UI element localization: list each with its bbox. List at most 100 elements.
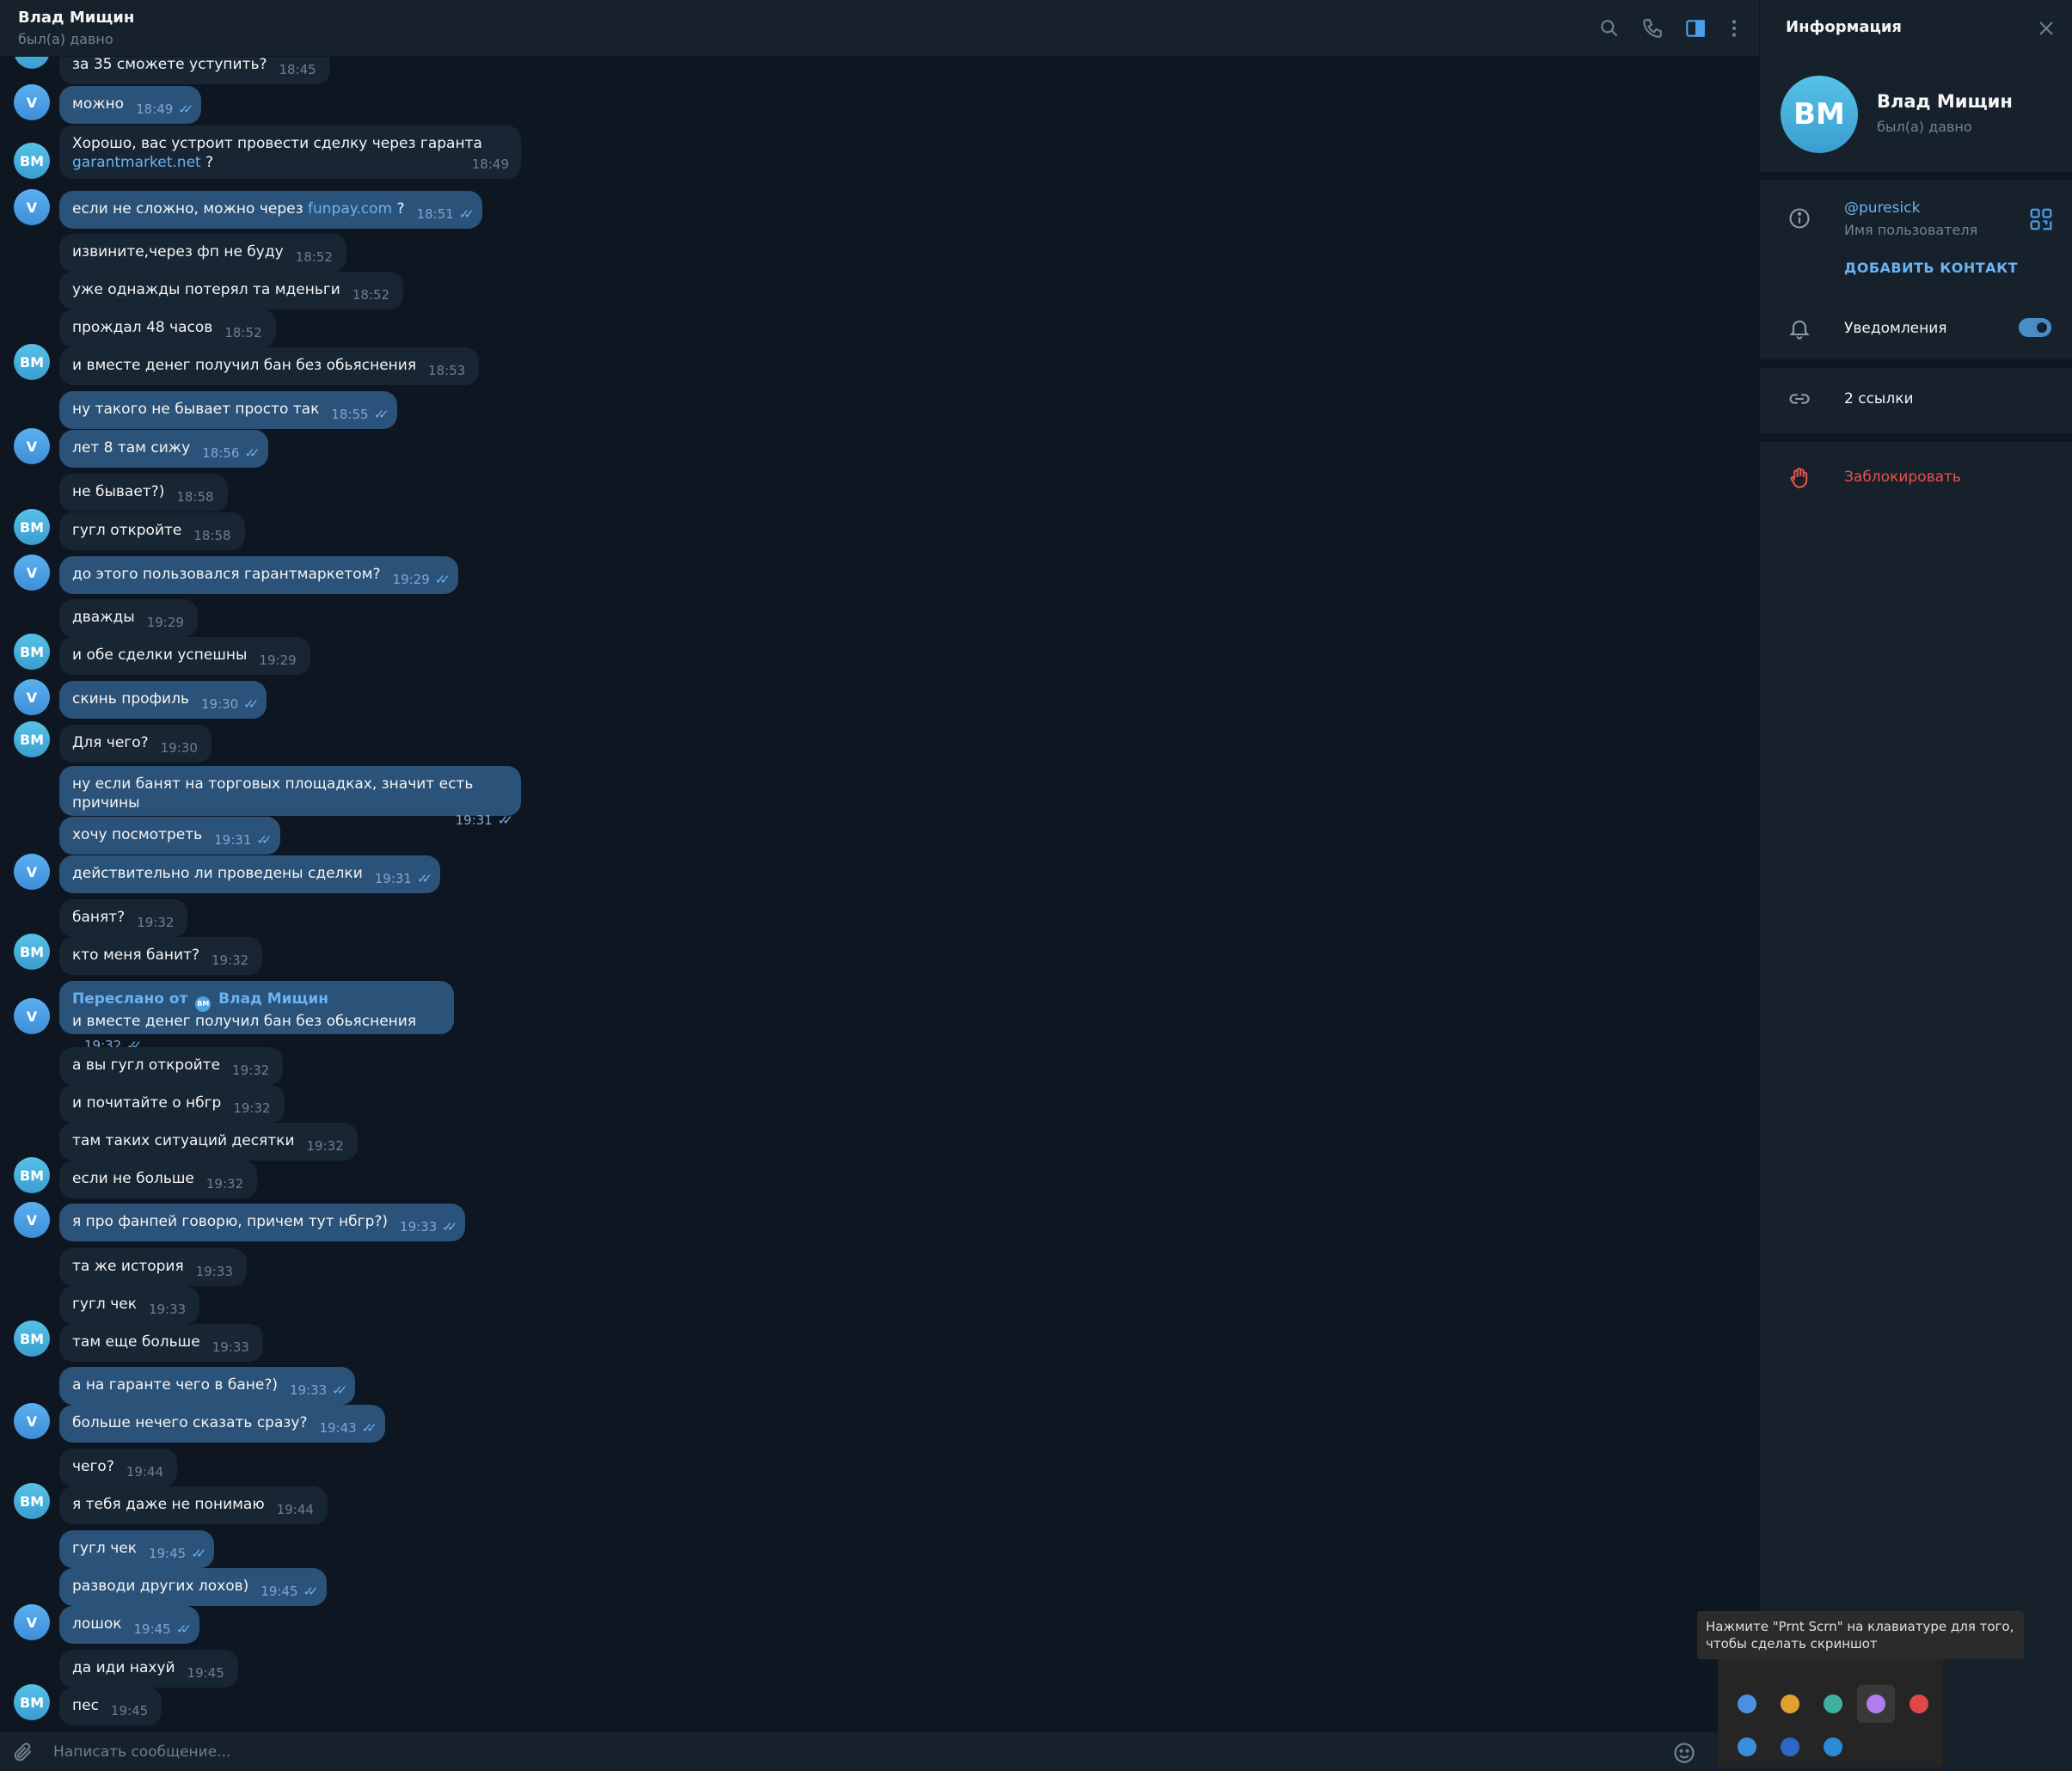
message-link[interactable]: funpay.com <box>308 200 392 218</box>
message-text: Для чего? <box>72 734 149 751</box>
outgoing-message[interactable]: можно 18:49 ✓✓ <box>59 86 202 124</box>
tray-app-icon[interactable] <box>1771 1728 1809 1766</box>
block-user-button[interactable]: Заблокировать <box>1844 469 1961 486</box>
contact-avatar[interactable]: ВМ <box>14 344 50 380</box>
message-list: за 35 сможете уступить? 18:45 ВМ можно 18:49… <box>0 0 1759 1731</box>
more-icon[interactable] <box>1721 15 1747 41</box>
incoming-message[interactable]: там еще больше 19:33 <box>59 1324 263 1362</box>
shared-links[interactable]: 2 ссылки <box>1844 390 1914 408</box>
tray-app-icon[interactable] <box>1900 1685 1938 1723</box>
incoming-message[interactable]: гугл откройте 18:58 <box>59 512 245 550</box>
contact-avatar[interactable]: ВМ <box>14 1483 50 1519</box>
outgoing-message[interactable]: лошок 19:45 ✓✓ <box>59 1606 199 1644</box>
own-avatar[interactable]: V <box>14 679 50 715</box>
incoming-message[interactable]: пес 19:45 <box>59 1688 162 1725</box>
profile-username[interactable]: @puresick <box>1844 199 1920 217</box>
incoming-message[interactable]: та же история 19:33 <box>59 1248 247 1286</box>
read-check-icon: ✓✓ <box>361 1420 377 1436</box>
contact-avatar[interactable]: ВМ <box>14 634 50 670</box>
search-icon[interactable] <box>1597 15 1622 41</box>
message-time: 18:56 <box>202 445 240 461</box>
read-check-icon: ✓✓ <box>191 1546 206 1561</box>
incoming-message[interactable]: и почитайте о нбгр 19:32 <box>59 1085 285 1123</box>
message-time: 19:33 <box>290 1382 328 1398</box>
emoji-icon[interactable] <box>1672 1741 1696 1765</box>
outgoing-message[interactable]: действительно ли проведены сделки 19:31 ✓✓ <box>59 855 441 893</box>
profile-avatar[interactable]: ВМ <box>1781 76 1858 153</box>
outgoing-message[interactable]: если не сложно, можно через funpay.com ?… <box>59 191 482 229</box>
forwarded-header[interactable]: Переслано от ВМ Влад Мищин <box>72 990 440 1012</box>
own-avatar[interactable]: V <box>14 998 50 1034</box>
own-avatar[interactable]: V <box>14 555 50 591</box>
outgoing-message[interactable]: ну такого не бывает просто так 18:55 ✓✓ <box>59 391 397 429</box>
outgoing-message[interactable]: хочу посмотреть 19:31 ✓✓ <box>59 817 280 855</box>
message-input[interactable] <box>53 1732 1644 1771</box>
incoming-message[interactable]: Хорошо, вас устроит провести сделку чере… <box>59 126 521 179</box>
contact-avatar[interactable]: ВМ <box>14 1321 50 1357</box>
tray-app-icon[interactable] <box>1814 1728 1852 1766</box>
tray-app-icon[interactable] <box>1728 1685 1766 1723</box>
outgoing-message[interactable]: до этого пользовался гарантмаркетом? 19:2… <box>59 556 458 594</box>
outgoing-message[interactable]: ну если банят на торговых площадках, зна… <box>59 766 521 828</box>
own-avatar[interactable]: V <box>14 428 50 464</box>
message-time: 19:45 <box>187 1665 224 1681</box>
incoming-message[interactable]: банят? 19:32 <box>59 899 188 937</box>
tray-app-icon[interactable] <box>1857 1685 1895 1723</box>
contact-avatar[interactable]: ВМ <box>14 1684 50 1720</box>
incoming-message[interactable]: и обе сделки успешны 19:29 <box>59 637 310 675</box>
outgoing-message[interactable]: больше нечего сказать сразу? 19:43 ✓✓ <box>59 1405 385 1443</box>
own-avatar[interactable]: V <box>14 189 50 225</box>
sidebar-toggle-icon[interactable] <box>1683 15 1708 41</box>
outgoing-message[interactable]: гугл чек 19:45 ✓✓ <box>59 1530 215 1568</box>
outgoing-message[interactable]: скинь профиль 19:30 ✓✓ <box>59 681 267 719</box>
message-time: 19:44 <box>126 1464 164 1480</box>
incoming-message[interactable]: я тебя даже не понимаю 19:44 <box>59 1486 328 1524</box>
chat-title[interactable]: Влад Мищин <box>18 9 134 27</box>
message-time: 19:32 <box>137 915 175 930</box>
incoming-message[interactable]: чего? 19:44 <box>59 1449 178 1486</box>
message-time: 19:30 <box>200 696 239 712</box>
tray-app-icon[interactable] <box>1814 1685 1852 1723</box>
outgoing-message[interactable]: а на гаранте чего в бане?) 19:33 ✓✓ <box>59 1367 356 1405</box>
own-avatar[interactable]: V <box>14 84 50 120</box>
own-avatar[interactable]: V <box>14 1604 50 1640</box>
message-text: там таких ситуаций десятки <box>72 1132 295 1149</box>
incoming-message[interactable]: и вместе денег получил бан без обьяснени… <box>59 347 480 385</box>
add-contact-button[interactable]: ДОБАВИТЬ КОНТАКТ <box>1844 260 2018 276</box>
incoming-message[interactable]: уже однажды потерял та мденьги 18:52 <box>59 272 404 309</box>
incoming-message[interactable]: а вы гугл откройте 19:32 <box>59 1047 284 1085</box>
qr-code-icon[interactable] <box>2028 206 2054 232</box>
outgoing-message[interactable]: Переслано от ВМ Влад Мищин и вместе денег… <box>59 981 454 1053</box>
incoming-message[interactable]: кто меня банит? 19:32 <box>59 937 263 975</box>
outgoing-message[interactable]: лет 8 там сижу 18:56 ✓✓ <box>59 430 268 468</box>
incoming-message[interactable]: извините,через фп не буду 18:52 <box>59 234 346 272</box>
incoming-message[interactable]: дважды 19:29 <box>59 599 198 637</box>
incoming-message[interactable]: там таких ситуаций десятки 19:32 <box>59 1123 358 1161</box>
incoming-message[interactable]: не бывает?) 18:58 <box>59 474 228 512</box>
incoming-message[interactable]: прождал 48 часов 18:52 <box>59 309 276 347</box>
contact-avatar[interactable]: ВМ <box>14 934 50 970</box>
tray-app-icon[interactable] <box>1728 1728 1766 1766</box>
incoming-message[interactable]: да иди нахуй 19:45 <box>59 1650 238 1688</box>
bell-icon <box>1786 315 1813 342</box>
own-avatar[interactable]: V <box>14 854 50 890</box>
outgoing-message[interactable]: разводи других лохов) 19:45 ✓✓ <box>59 1568 327 1606</box>
message-text: действительно ли проведены сделки <box>72 865 363 882</box>
contact-avatar[interactable]: ВМ <box>14 1157 50 1193</box>
close-icon[interactable] <box>2033 15 2059 41</box>
message-text: гугл чек <box>72 1296 137 1313</box>
contact-avatar[interactable]: ВМ <box>14 721 50 757</box>
contact-avatar[interactable]: ВМ <box>14 509 50 545</box>
incoming-message[interactable]: если не больше 19:32 <box>59 1161 258 1198</box>
own-avatar[interactable]: V <box>14 1403 50 1439</box>
own-avatar[interactable]: V <box>14 1202 50 1238</box>
notifications-toggle[interactable] <box>2019 318 2051 337</box>
message-link[interactable]: garantmarket.net <box>72 154 201 171</box>
phone-icon[interactable] <box>1640 15 1665 41</box>
contact-avatar[interactable]: ВМ <box>14 143 50 179</box>
outgoing-message[interactable]: я про фанпей говорю, причем тут нбгр?) 19… <box>59 1204 466 1241</box>
tray-app-icon[interactable] <box>1771 1685 1809 1723</box>
incoming-message[interactable]: Для чего? 19:30 <box>59 725 211 763</box>
incoming-message[interactable]: гугл чек 19:33 <box>59 1286 200 1324</box>
attach-icon[interactable] <box>12 1741 34 1763</box>
